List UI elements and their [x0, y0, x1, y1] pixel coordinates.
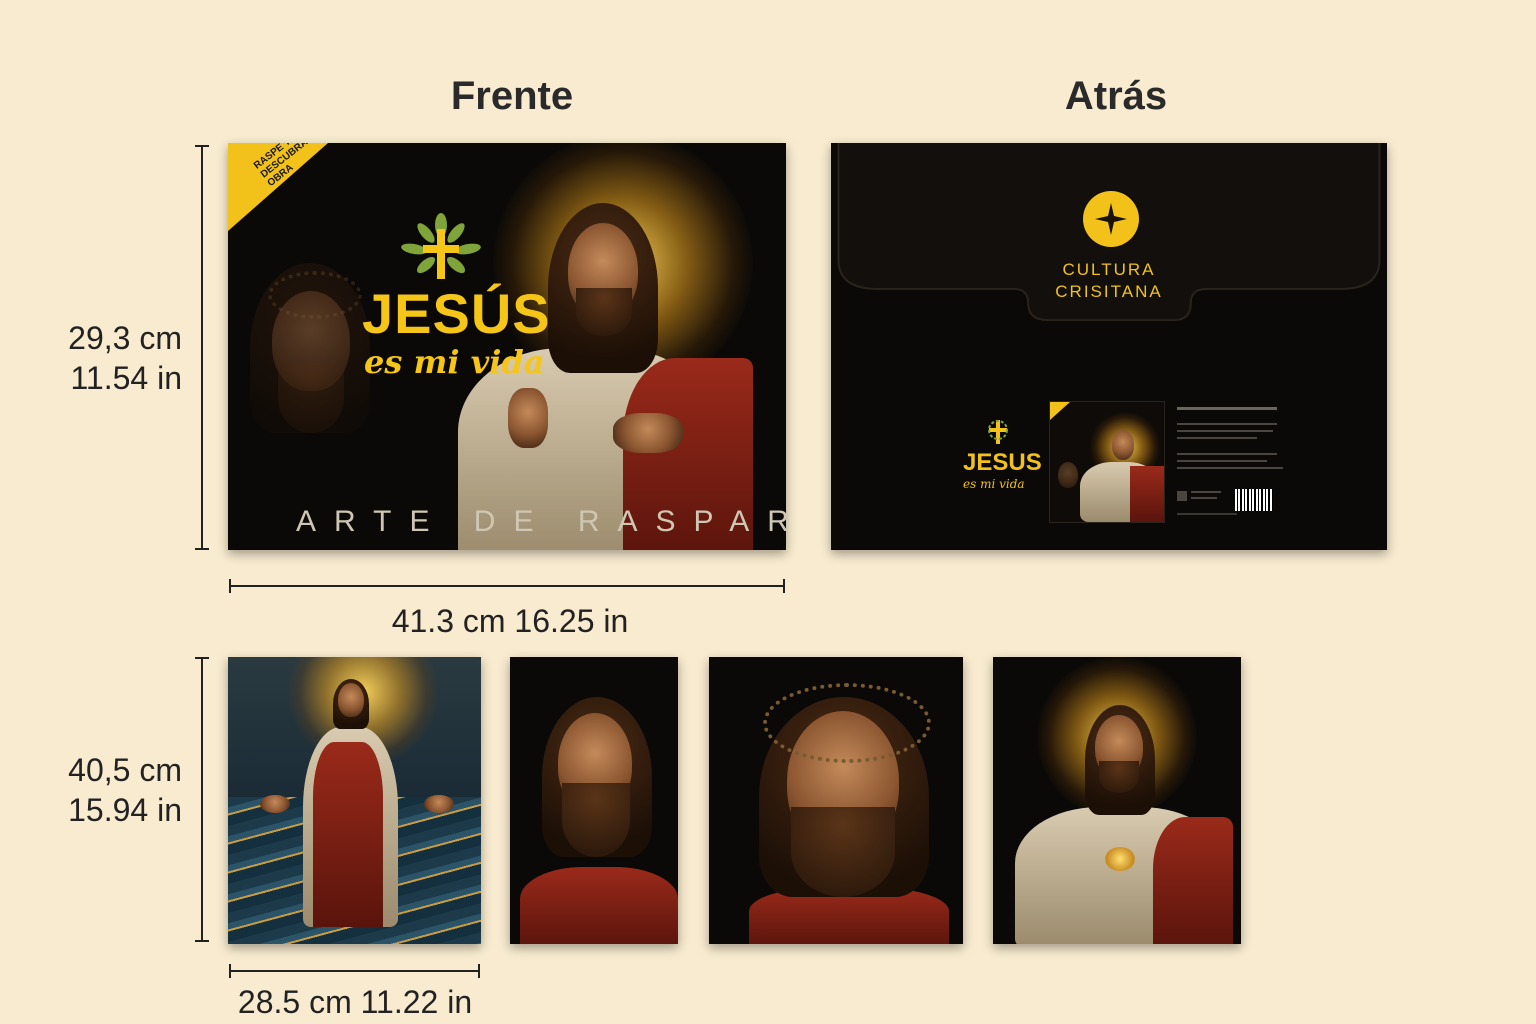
- print-height-in: 15.94 in: [68, 792, 182, 828]
- mini-cross-icon: [983, 417, 1013, 447]
- brand-line-1: CULTURA: [1062, 260, 1156, 279]
- cover-height-in: 11.54 in: [70, 360, 183, 396]
- front-heading: Frente: [450, 74, 574, 118]
- print-looking-up[interactable]: [510, 657, 678, 944]
- print-width-label: 28.5 cm 11.22 in: [237, 984, 473, 1020]
- print-height-cm: 40,5 cm: [68, 752, 182, 788]
- front-footer: ARTE DE RASPAR: [296, 505, 786, 538]
- back-cover-card[interactable]: CULTURA CRISITANA JESUS es mi vida: [831, 143, 1387, 550]
- brand-name: CULTURA CRISITANA: [1009, 259, 1209, 303]
- print-height-label: 40,5 cm 15.94 in: [20, 750, 182, 830]
- mini-product-thumbnail: [1049, 401, 1165, 523]
- print-crown-of-thorns[interactable]: [709, 657, 963, 944]
- mini-title: JESUS: [963, 449, 1042, 476]
- front-subtitle: es mi vida: [364, 343, 545, 381]
- mini-subtitle: es mi vida: [963, 477, 1025, 491]
- cross-leaf-logo-icon: [396, 213, 486, 283]
- cover-height-cm: 29,3 cm: [68, 320, 182, 356]
- brand-line-2: CRISITANA: [1055, 282, 1163, 301]
- front-title: JESÚS: [362, 282, 551, 345]
- back-heading: Atrás: [1064, 74, 1168, 118]
- sacred-heart-glow: [1105, 847, 1135, 871]
- cover-width-label: 41.3 cm 16.25 in: [391, 603, 629, 639]
- print-walking-on-water[interactable]: [228, 657, 481, 944]
- print-sacred-heart[interactable]: [993, 657, 1241, 944]
- front-cover-card[interactable]: RASPE Y DESCUBRA SU OBRA JESÚS es mi vid…: [228, 143, 786, 550]
- crown-of-thorns: [763, 683, 931, 763]
- brand-logo-icon: [1083, 191, 1139, 247]
- cover-height-label: 29,3 cm 11.54 in: [20, 318, 182, 398]
- barcode-icon: [1235, 489, 1273, 511]
